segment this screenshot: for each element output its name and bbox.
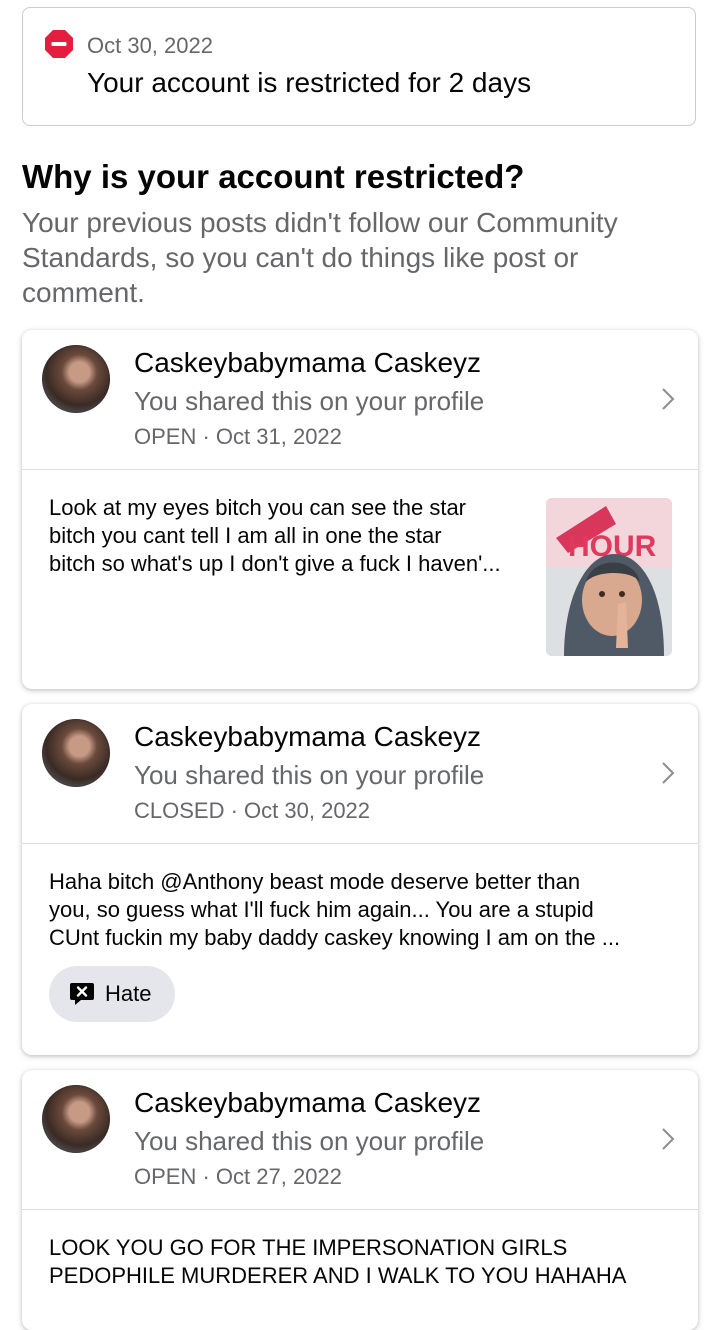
restriction-title: Your account is restricted for 2 days xyxy=(87,67,532,98)
shared-text: You shared this on your profile xyxy=(134,760,485,790)
post-date: Oct 30, 2022 xyxy=(244,798,371,823)
avatar xyxy=(42,345,110,413)
avatar xyxy=(42,719,110,787)
post-thumbnail[interactable]: HOUR xyxy=(546,498,672,656)
chevron-right-icon[interactable] xyxy=(660,1126,676,1152)
why-heading: Why is your account restricted? xyxy=(22,158,525,195)
hate-speech-icon xyxy=(70,983,94,1005)
shared-text: You shared this on your profile xyxy=(134,1126,485,1156)
post-text: Look at my eyes bitch you can see the st… xyxy=(49,495,501,576)
chip-label: Hate xyxy=(105,981,152,1006)
author-name: Caskeybabymama Caskeyz xyxy=(134,721,482,752)
post-meta: CLOSED · Oct 30, 2022 xyxy=(134,798,371,823)
stop-icon xyxy=(45,30,73,58)
why-explanation: Your previous posts didn't follow our Co… xyxy=(22,207,618,308)
status-label: OPEN xyxy=(134,1164,197,1189)
author-name: Caskeybabymama Caskeyz xyxy=(134,1087,482,1118)
author-name: Caskeybabymama Caskeyz xyxy=(134,347,482,378)
chevron-right-icon[interactable] xyxy=(660,386,676,412)
restriction-notice: Oct 30, 2022 Your account is restricted … xyxy=(22,7,696,126)
restriction-date: Oct 30, 2022 xyxy=(87,33,213,58)
post-text: LOOK YOU GO FOR THE IMPERSONATION GIRLS … xyxy=(49,1235,627,1288)
hate-chip[interactable]: Hate xyxy=(49,966,176,1022)
post-meta: OPEN · Oct 31, 2022 xyxy=(134,424,342,449)
post-date: Oct 31, 2022 xyxy=(215,424,342,449)
post-text: Haha bitch @Anthony beast mode deserve b… xyxy=(49,869,621,950)
violation-card[interactable]: Caskeybabymama Caskeyz You shared this o… xyxy=(22,1070,698,1330)
post-header[interactable]: Caskeybabymama Caskeyz You shared this o… xyxy=(22,330,698,470)
shared-text: You shared this on your profile xyxy=(134,386,485,416)
status-label: CLOSED xyxy=(134,798,225,823)
post-header[interactable]: Caskeybabymama Caskeyz You shared this o… xyxy=(22,1070,698,1210)
violation-card[interactable]: Caskeybabymama Caskeyz You shared this o… xyxy=(22,704,698,1055)
chevron-right-icon[interactable] xyxy=(660,760,676,786)
thumbnail-image: HOUR xyxy=(546,498,672,656)
avatar xyxy=(42,1085,110,1153)
violation-card[interactable]: Caskeybabymama Caskeyz You shared this o… xyxy=(22,330,698,689)
status-label: OPEN xyxy=(134,424,197,449)
post-date: Oct 27, 2022 xyxy=(215,1164,342,1189)
post-meta: OPEN · Oct 27, 2022 xyxy=(134,1164,342,1189)
post-header[interactable]: Caskeybabymama Caskeyz You shared this o… xyxy=(22,704,698,844)
